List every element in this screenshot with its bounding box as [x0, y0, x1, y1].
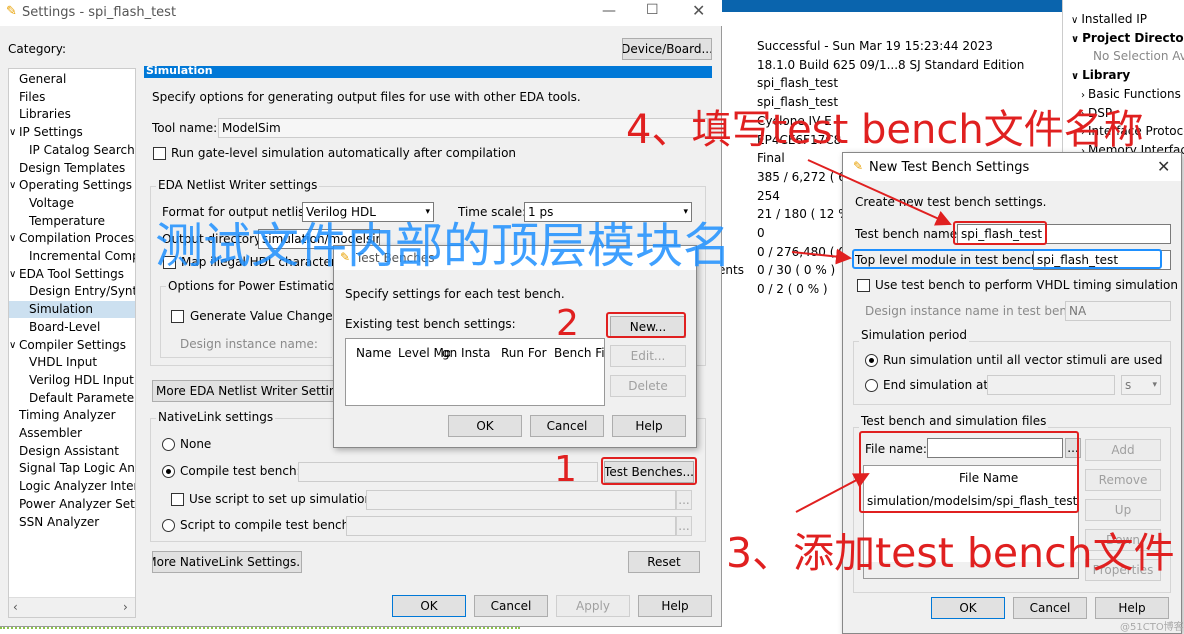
arrow-to-top-module — [791, 248, 852, 265]
annotation-step1: 1 — [554, 449, 577, 490]
annotation-step4: 4、填写test bench文件名称 — [626, 107, 1144, 153]
arrow-to-tb-name — [807, 159, 952, 226]
annotation-step2: 2 — [556, 303, 579, 344]
annotation-overlay: 测试文件内部的顶层模块名 — [155, 218, 732, 274]
annotation-step3: 3、添加test bench文件 — [726, 529, 1175, 577]
watermark: @51CTO博客 — [1120, 622, 1184, 633]
arrow-to-file-list — [795, 473, 870, 513]
